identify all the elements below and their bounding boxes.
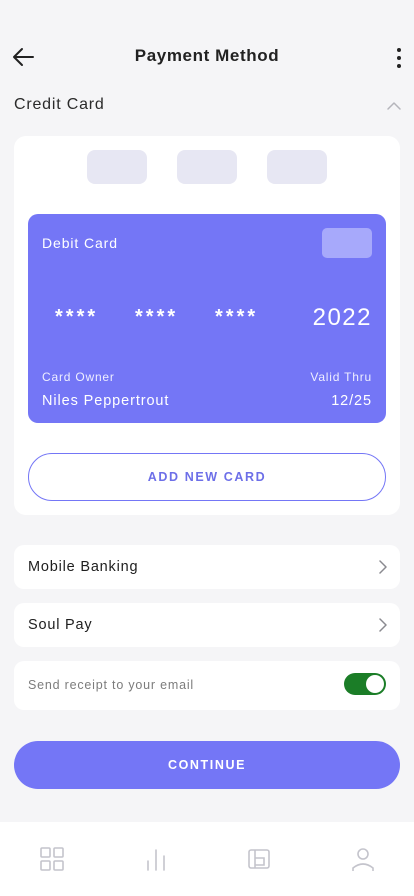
user-icon[interactable] <box>350 846 376 872</box>
bar-chart-icon[interactable] <box>143 846 169 872</box>
add-new-card-button[interactable]: ADD NEW CARD <box>28 453 386 501</box>
card-owner-label: Card Owner <box>42 370 115 384</box>
more-vertical-icon <box>397 48 401 52</box>
payment-option-label: Mobile Banking <box>28 559 139 575</box>
wallet-icon[interactable] <box>246 846 272 872</box>
receipt-email-label: Send receipt to your email <box>28 678 195 692</box>
payment-option-soul-pay[interactable]: Soul Pay <box>14 603 400 647</box>
valid-thru-label: Valid Thru <box>310 370 372 384</box>
receipt-email-toggle[interactable] <box>344 673 386 695</box>
card-number-group: **** <box>135 306 179 328</box>
chevron-right-icon <box>379 618 387 632</box>
continue-button[interactable]: CONTINUE <box>14 741 400 789</box>
card-number-group: **** <box>55 306 99 328</box>
payment-option-label: Soul Pay <box>28 617 93 633</box>
bottom-nav <box>0 822 414 896</box>
toggle-knob <box>366 675 384 693</box>
debit-card[interactable]: Debit Card **** **** **** 2022 Card Owne… <box>28 214 386 423</box>
card-owner-name: Niles Peppertrout <box>42 393 170 409</box>
credit-card-panel: Debit Card **** **** **** 2022 Card Owne… <box>14 136 400 515</box>
card-selector-tab[interactable] <box>87 150 147 184</box>
page-title: Payment Method <box>134 46 280 65</box>
card-number-group: **** <box>215 306 259 328</box>
payment-option-mobile-banking[interactable]: Mobile Banking <box>14 545 400 589</box>
card-chip <box>322 228 372 258</box>
credit-card-section-title: Credit Card <box>14 96 105 113</box>
receipt-email-row: Send receipt to your email <box>14 661 400 710</box>
card-number-last: 2022 <box>312 304 372 331</box>
chevron-right-icon <box>379 560 387 574</box>
chevron-up-icon[interactable] <box>386 98 402 114</box>
more-options-button[interactable] <box>392 44 406 72</box>
card-type-label: Debit Card <box>42 235 118 251</box>
card-selector-tab[interactable] <box>267 150 327 184</box>
card-selector-tab[interactable] <box>177 150 237 184</box>
grid-icon[interactable] <box>39 846 65 872</box>
valid-thru-value: 12/25 <box>331 393 372 409</box>
